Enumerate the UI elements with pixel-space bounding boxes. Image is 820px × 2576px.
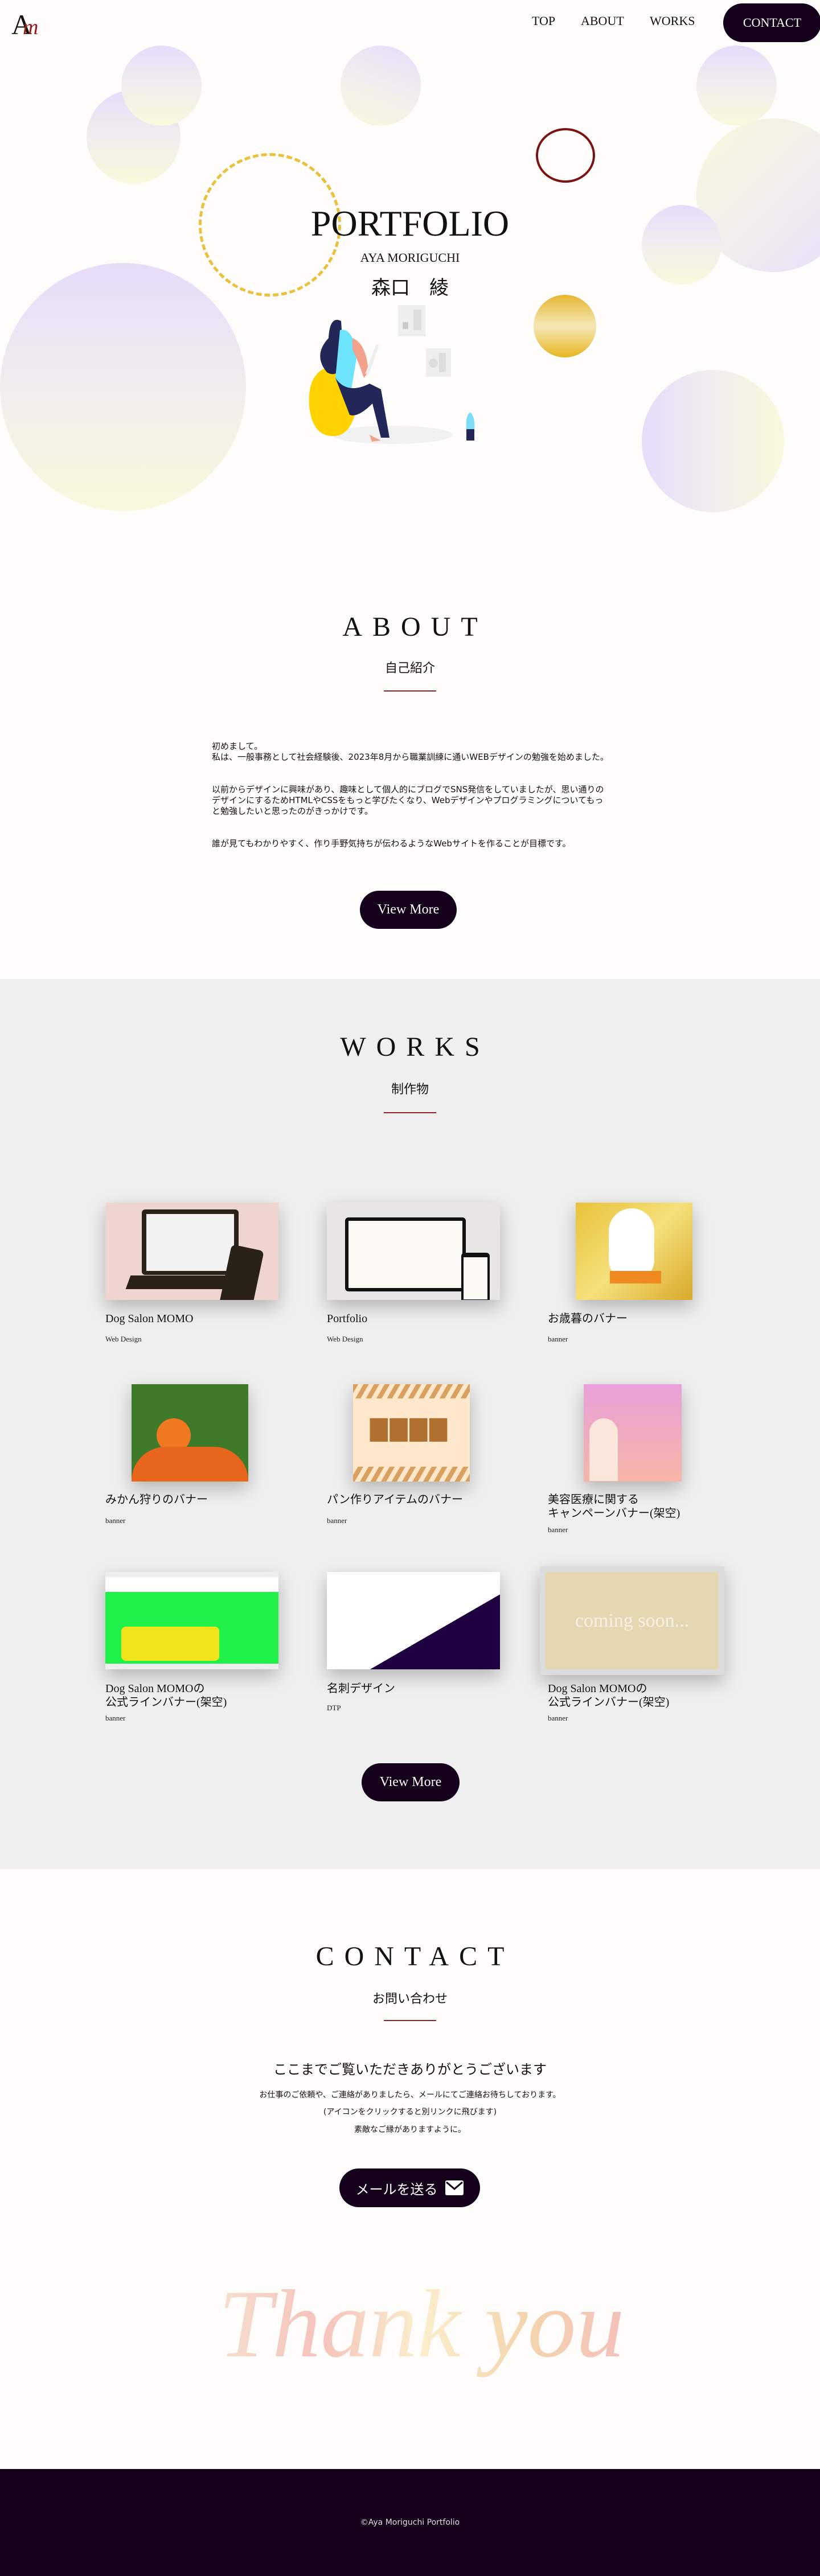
card-web-designer-label [359, 1594, 361, 1603]
about-view-more-button[interactable]: View More [360, 891, 457, 929]
work-thumbnail-line-banner[interactable] [105, 1572, 278, 1669]
about-text: 初めまして。 私は、一般事務として社会経験後、2023年8月から職業訓練に通いW… [212, 730, 610, 871]
contact-button[interactable]: CONTACT [723, 3, 820, 42]
hero-name-ja: 森口 綾 [371, 277, 449, 299]
work-thumbnail-coming-soon[interactable]: coming soon... [540, 1566, 724, 1675]
decor-circle [642, 370, 784, 512]
work-thumbnail-oseibo-banner[interactable] [576, 1203, 692, 1300]
about-divider [384, 690, 436, 692]
coming-soon-label: coming soon... [575, 1610, 690, 1631]
contact-line: お仕事のご依頼や、ご連絡がありましたら、メールにてご連絡お待ちしております。 [259, 2091, 561, 2100]
decor-circle [121, 46, 202, 126]
work-category: DTP [327, 1703, 341, 1712]
work-category: Web Design [327, 1335, 363, 1343]
logo-letter-m: m [23, 15, 39, 39]
red-ring [536, 128, 595, 183]
work-category: banner [327, 1516, 347, 1525]
work-thumbnail-portfolio[interactable] [327, 1203, 500, 1300]
work-category: banner [105, 1516, 126, 1525]
decor-circle [341, 46, 421, 126]
work-title: みかん狩りのバナー [105, 1493, 208, 1506]
contact-title: CONTACT [315, 1941, 515, 1972]
work-title: 名刺デザイン [327, 1682, 395, 1695]
mail-icon [445, 2180, 464, 2195]
contact-line: 素敵なご縁がありますように。 [354, 2125, 466, 2134]
work-category: banner [105, 1714, 126, 1722]
works-view-more-button[interactable]: View More [362, 1763, 460, 1801]
logo[interactable]: A m [10, 8, 44, 40]
work-category: banner [548, 1335, 568, 1343]
send-mail-label: メールを送る [355, 2181, 438, 2198]
works-divider [384, 1112, 436, 1113]
sale-graphic: ▇▇▇▇ [370, 1415, 450, 1442]
work-title: Dog Salon MOMOの 公式ラインバナー(架空) [105, 1682, 227, 1709]
works-subtitle: 制作物 [391, 1083, 429, 1097]
nav-top[interactable]: TOP [532, 14, 555, 28]
about-paragraph: 初めまして。 私は、一般事務として社会経験後、2023年8月から職業訓練に通いW… [212, 741, 609, 762]
contact-thanks: ここまでご覧いただきありがとうございます [273, 2061, 547, 2077]
work-thumbnail-dog-salon[interactable] [105, 1203, 278, 1300]
work-title: パン作りアイテムのバナー [327, 1493, 463, 1506]
footer: ©Aya Moriguchi Portfolio [0, 2469, 820, 2576]
decor-circle [0, 263, 246, 511]
contact-divider [384, 2020, 436, 2021]
nav-works[interactable]: WORKS [650, 14, 695, 28]
work-category: Web Design [105, 1335, 142, 1343]
copyright: ©Aya Moriguchi Portfolio [360, 2518, 460, 2527]
gold-circle [534, 295, 596, 357]
work-thumbnail-beauty-campaign-banner[interactable] [584, 1384, 682, 1482]
work-thumbnail-bread-sale-banner[interactable]: ▇▇▇▇ [353, 1384, 470, 1482]
works-title: WORKS [340, 1032, 490, 1062]
work-title: Dog Salon MOMO [105, 1312, 194, 1325]
contact-line: (アイコンをクリックすると別リンクに飛びます) [323, 2108, 497, 2117]
hero-name-en: AYA MORIGUCHI [360, 250, 460, 265]
about-paragraph: 誰が見てもわかりやすく、作り手野気持ちが伝わるようなWebサイトを作ることが目標… [212, 838, 571, 849]
work-title: Dog Salon MOMOの 公式ラインバナー(架空) [548, 1682, 670, 1709]
about-title: ABOUT [342, 612, 488, 642]
work-title: 美容医療に関する キャンペーンバナー(架空) [548, 1493, 680, 1520]
woman-drawing-illustration [309, 305, 475, 444]
about-paragraph: 以前からデザインに興味があり、趣味として個人的にブログでSNS発信をしていました… [212, 784, 604, 816]
hero-title: PORTFOLIO [310, 203, 510, 244]
work-category: banner [548, 1525, 568, 1534]
work-category: banner [548, 1714, 568, 1722]
nav-about[interactable]: ABOUT [581, 14, 624, 28]
send-mail-button[interactable]: メールを送る [339, 2168, 480, 2207]
about-subtitle: 自己紹介 [384, 661, 435, 676]
thank-you-script: Thank you [219, 2271, 625, 2377]
thank-you-text: Thank you [219, 2271, 625, 2377]
work-thumbnail-business-card[interactable] [327, 1572, 500, 1669]
work-title: Portfolio [327, 1312, 368, 1325]
contact-subtitle: お問い合わせ [372, 1992, 448, 2006]
work-title: お歳暮のバナー [548, 1312, 628, 1325]
work-thumbnail-mikan-banner[interactable] [132, 1384, 248, 1482]
decor-circle [696, 46, 777, 126]
